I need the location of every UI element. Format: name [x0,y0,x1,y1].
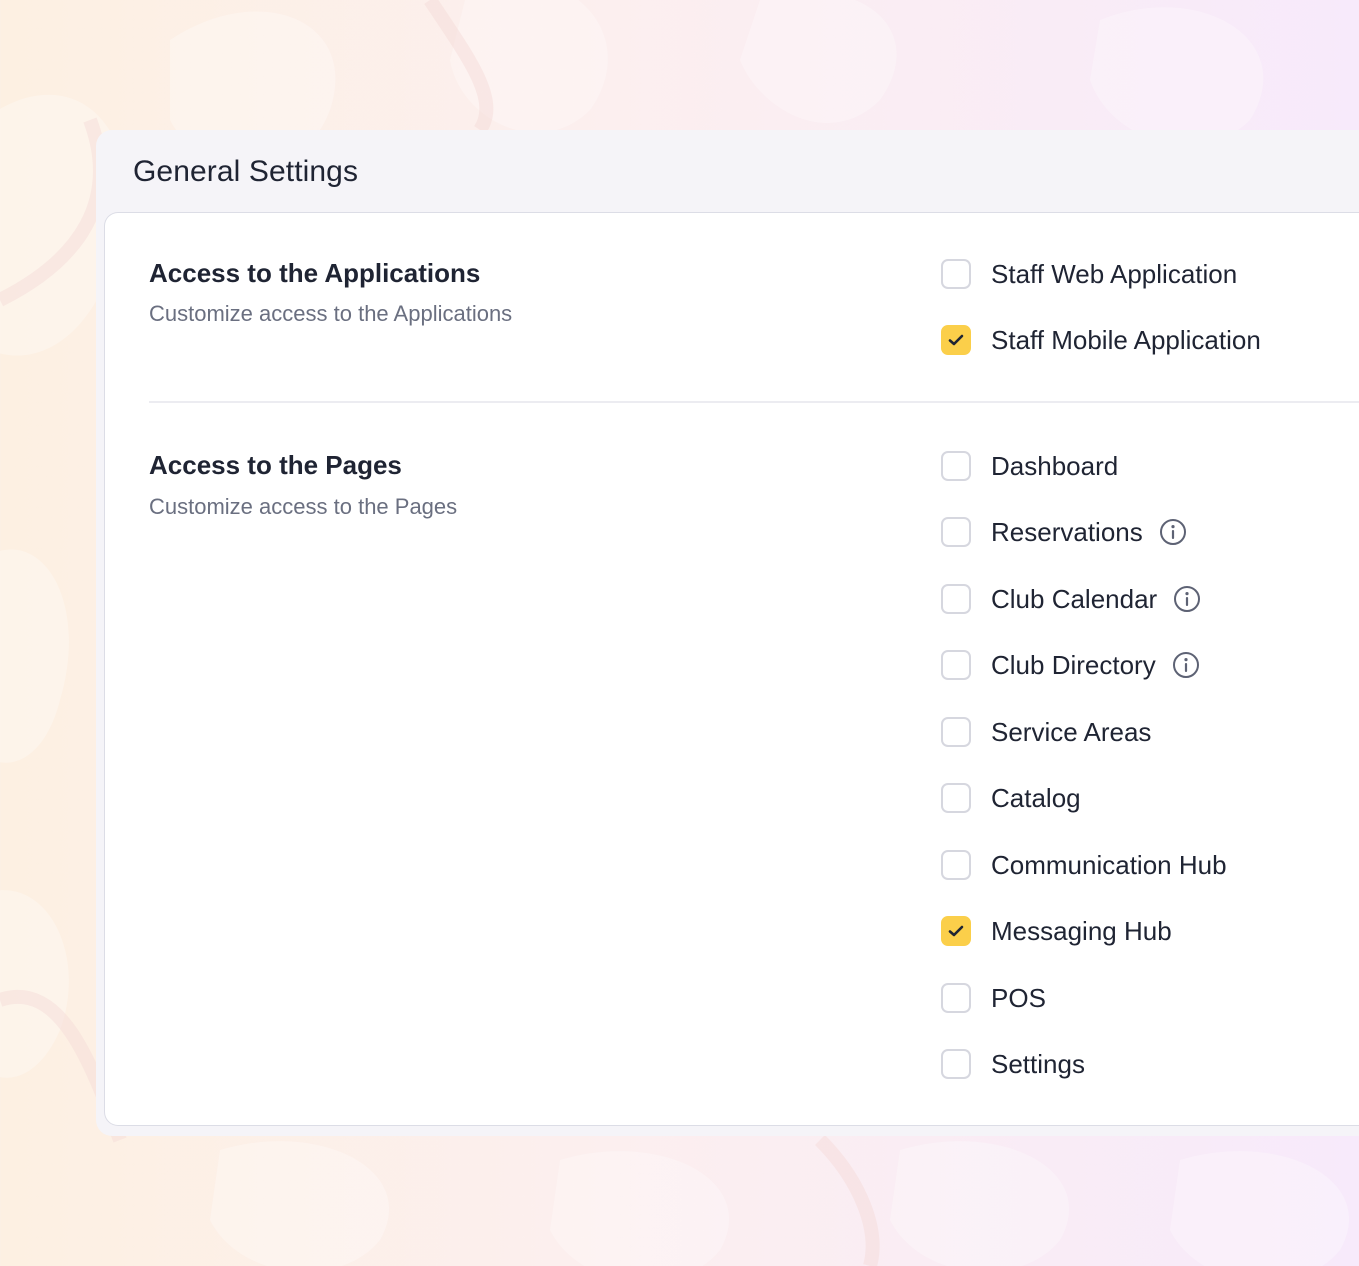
checkbox-staff-mobile-application[interactable] [941,325,971,355]
checkbox-dashboard[interactable] [941,451,971,481]
option-club-directory[interactable]: Club Directory [941,648,1200,682]
option-label: Reservations [991,517,1143,547]
option-catalog[interactable]: Catalog [941,781,1081,815]
option-label: Settings [991,1049,1085,1079]
checkbox-pos[interactable] [941,983,971,1013]
option-label: Staff Web Application [991,259,1238,289]
option-label: Service Areas [991,717,1152,747]
section-title-applications: Access to the Applications [149,258,481,288]
checkbox-messaging-hub[interactable] [941,916,971,946]
check-icon [948,334,964,346]
settings-card: Access to the Applications Customize acc… [104,212,1359,1126]
checkbox-club-calendar[interactable] [941,584,971,614]
info-icon[interactable] [1159,518,1187,546]
section-subtitle-applications: Customize access to the Applications [149,301,513,326]
option-label: Catalog [991,783,1081,813]
option-staff-web-application[interactable]: Staff Web Application [941,257,1237,291]
check-icon [948,925,964,937]
option-pos[interactable]: POS [941,981,1046,1015]
section-title-pages: Access to the Pages [149,450,402,480]
option-service-areas[interactable]: Service Areas [941,715,1151,749]
info-icon[interactable] [1172,651,1200,679]
option-label: Staff Mobile Application [991,325,1261,355]
checkbox-catalog[interactable] [941,783,971,813]
general-settings-panel: General Settings Access to the Applicati… [96,130,1359,1136]
option-club-calendar[interactable]: Club Calendar [941,582,1201,616]
page-title: General Settings [133,155,359,188]
checkbox-service-areas[interactable] [941,717,971,747]
checkbox-staff-web-application[interactable] [941,259,971,289]
checkbox-reservations[interactable] [941,517,971,547]
option-label: POS [991,983,1046,1013]
option-messaging-hub[interactable]: Messaging Hub [941,914,1172,948]
checkbox-communication-hub[interactable] [941,850,971,880]
option-settings[interactable]: Settings [941,1047,1085,1081]
option-communication-hub[interactable]: Communication Hub [941,848,1227,882]
option-reservations[interactable]: Reservations [941,515,1187,549]
option-staff-mobile-application[interactable]: Staff Mobile Application [941,323,1261,357]
section-subtitle-pages: Customize access to the Pages [149,494,458,519]
option-label: Club Calendar [991,584,1158,614]
option-label: Messaging Hub [991,916,1172,946]
option-dashboard[interactable]: Dashboard [941,449,1118,483]
option-label: Dashboard [991,451,1119,481]
info-icon[interactable] [1173,585,1201,613]
option-label: Communication Hub [991,850,1227,880]
section-divider [149,401,1359,403]
checkbox-club-directory[interactable] [941,650,971,680]
checkbox-settings[interactable] [941,1049,971,1079]
option-label: Club Directory [991,650,1156,680]
